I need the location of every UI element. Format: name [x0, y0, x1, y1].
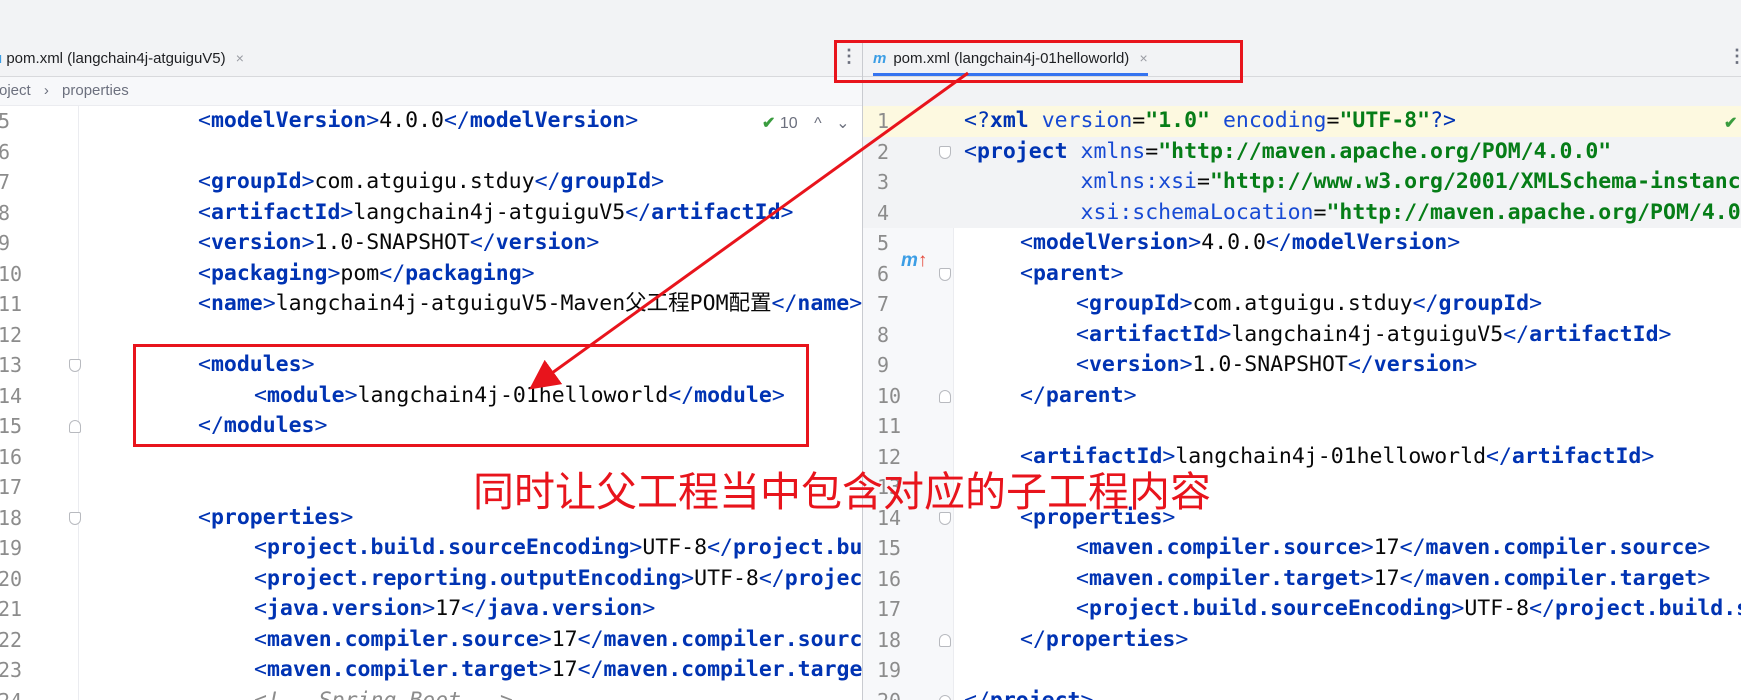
annotation-text: 同时让父工程当中包含对应的子工程内容: [473, 468, 1211, 516]
annotation-arrow: [529, 71, 969, 390]
